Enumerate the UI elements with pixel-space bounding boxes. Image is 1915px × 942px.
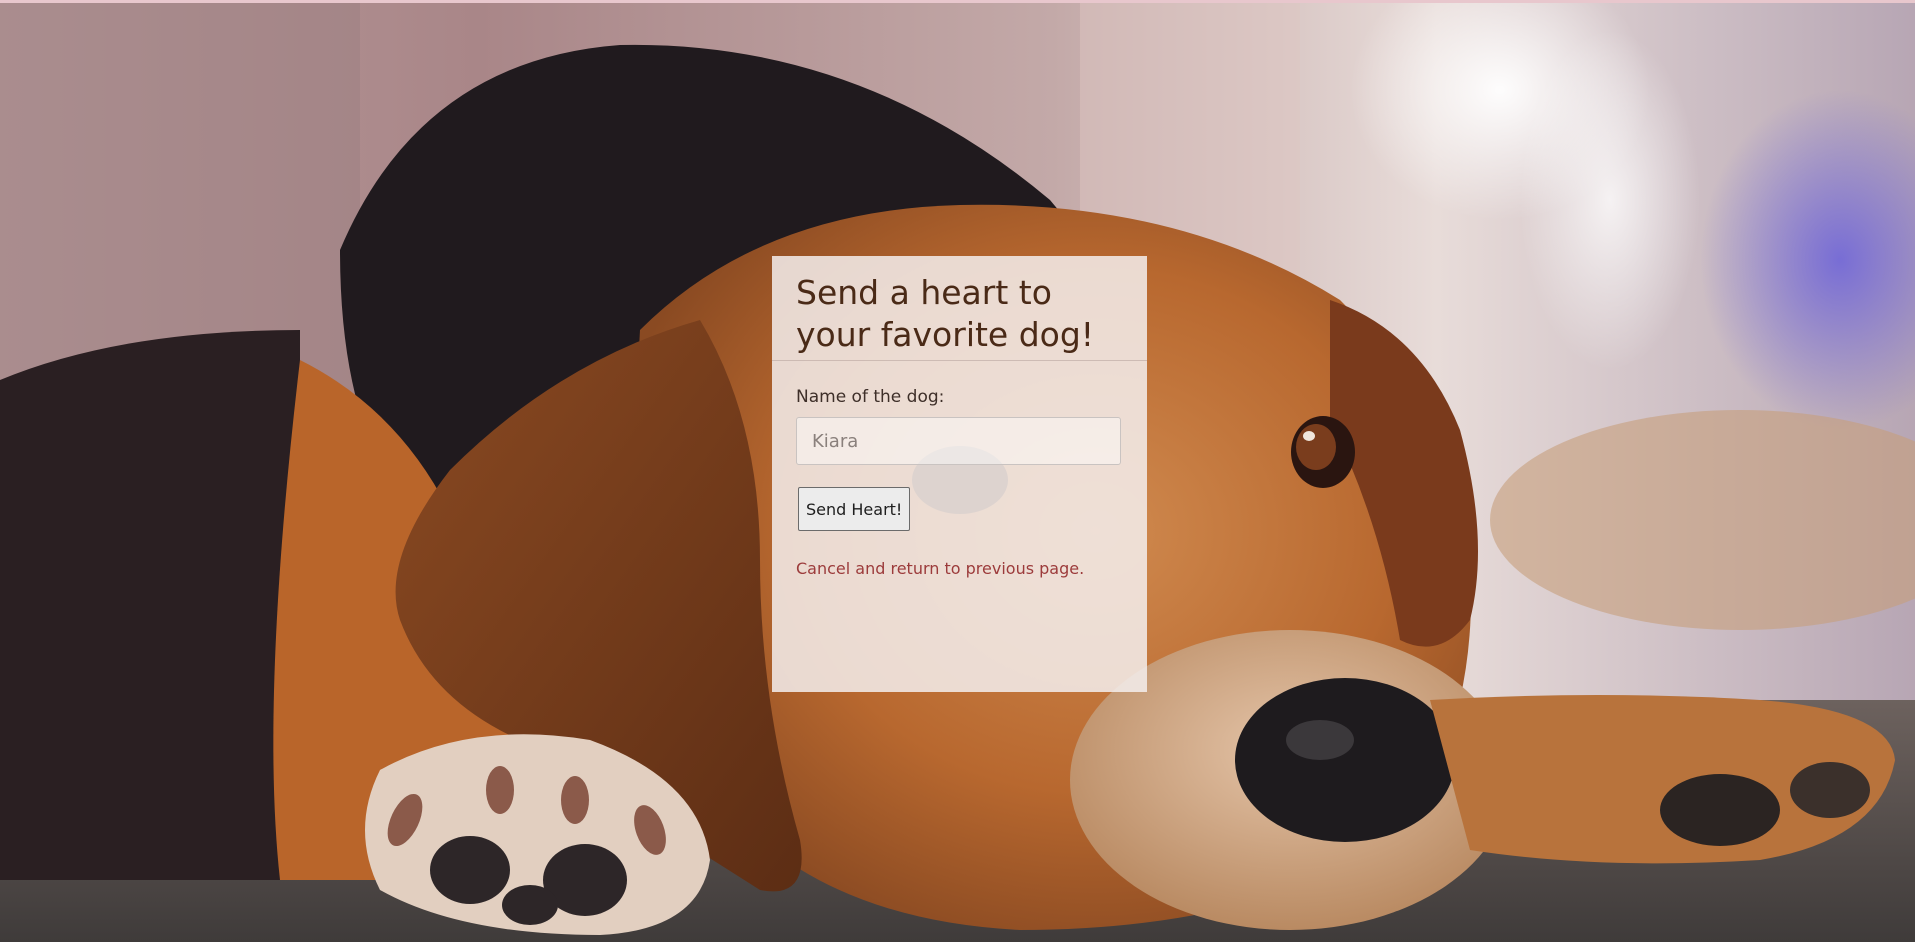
cancel-link[interactable]: Cancel and return to previous page. [796,559,1084,578]
panel-header: Send a heart to your favorite dog! [772,256,1147,361]
panel-body: Name of the dog: Send Heart! Cancel and … [772,361,1147,578]
send-heart-form-panel: Send a heart to your favorite dog! Name … [772,256,1147,692]
dog-name-input[interactable] [796,417,1121,465]
send-heart-button[interactable]: Send Heart! [798,487,911,531]
form-title-line-1: Send a heart to [796,273,1052,312]
form-title-line-2: your favorite dog! [796,315,1095,354]
form-title: Send a heart to your favorite dog! [796,272,1123,356]
page: Send a heart to your favorite dog! Name … [0,0,1915,942]
dog-name-label: Name of the dog: [796,387,945,407]
top-accent-line [0,0,1915,3]
